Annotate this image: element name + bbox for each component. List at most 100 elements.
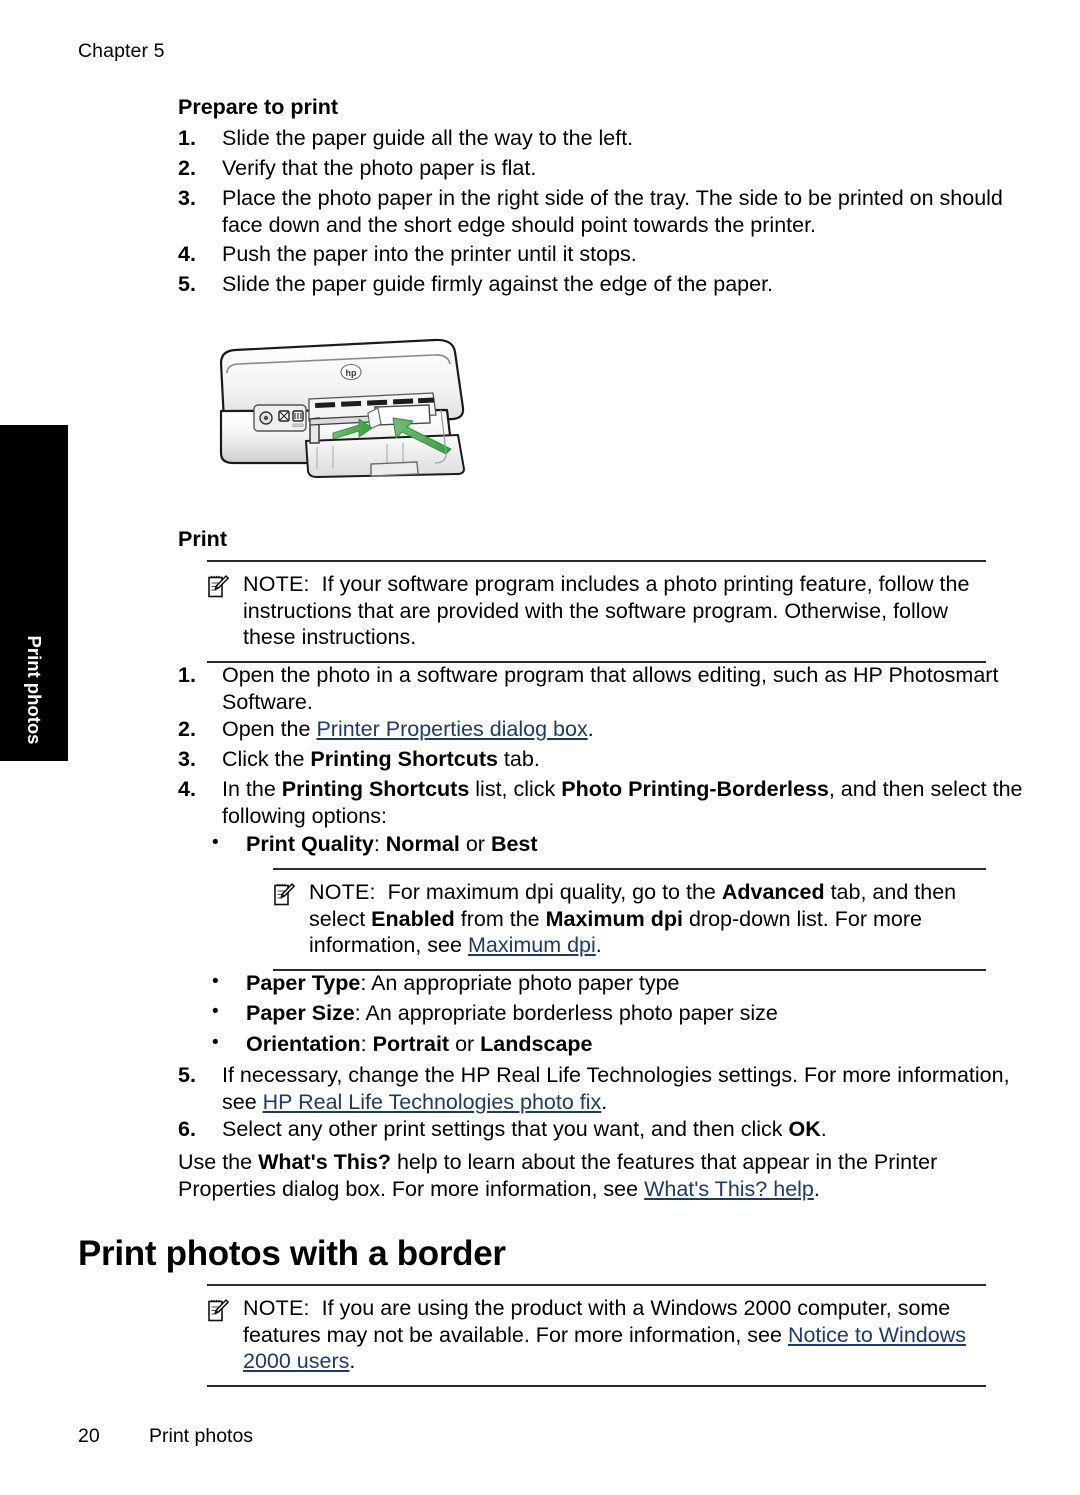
step3-prefix: Click the (222, 747, 311, 771)
note2-b1: Advanced (721, 880, 825, 904)
list-number: 6. (178, 1117, 196, 1141)
list-text: Verify that the photo paper is flat. (222, 156, 537, 180)
bullet-value-1: An appropriate photo paper type (371, 971, 680, 995)
prepare-to-print-heading: Prepare to print (178, 95, 339, 119)
bullet-sep: : (354, 1001, 366, 1025)
bullet-sep: : (360, 1032, 373, 1056)
tray-slot (341, 400, 362, 407)
footer-section-name: Print photos (149, 1425, 254, 1447)
step3-suffix: tab. (497, 747, 540, 771)
list-text: Slide the paper guide all the way to the… (222, 126, 634, 150)
page-footer: 20 Print photos (78, 1425, 253, 1448)
print-heading: Print (178, 527, 227, 551)
bullet-value-1: Portrait (372, 1032, 450, 1056)
bullet-label: Print Quality (246, 832, 374, 856)
list-text: Push the paper into the printer until it… (222, 242, 637, 266)
hp-logo-text: hp (346, 368, 357, 378)
bullet-value-2: Best (490, 832, 538, 856)
bullet-label: Paper Type (246, 971, 361, 995)
side-tab: Print photos (0, 425, 68, 761)
bullet-value-1: An appropriate borderless photo paper si… (365, 1001, 778, 1025)
note2-t1: For maximum dpi quality, go to the (387, 880, 722, 904)
bullet-sep: : (360, 971, 372, 995)
step6-prefix: Select any other print settings that you… (222, 1117, 789, 1141)
bullet-glyph: • (212, 1032, 219, 1053)
bullet-mid: or (449, 1032, 481, 1056)
bullet-text: Orientation: Portrait or Landscape (246, 1031, 976, 1058)
bullet-glyph: • (212, 971, 219, 992)
step4-p1: In the (222, 777, 282, 801)
list-number: 4. (178, 242, 196, 266)
note2-b3: Maximum dpi (545, 906, 683, 931)
side-tab-label: Print photos (24, 635, 45, 745)
power-button-dot (263, 415, 269, 421)
list-text: Place the photo paper in the right side … (222, 186, 1003, 237)
note-label: NOTE: (243, 1296, 310, 1320)
chapter-header: Chapter 5 (78, 40, 165, 62)
list-number: 3. (178, 747, 196, 771)
status-led (292, 423, 304, 427)
link-printer-properties-dialog-box[interactable]: Printer Properties dialog box (316, 717, 587, 741)
tray-extension-handle (370, 461, 419, 477)
page-number: 20 (78, 1425, 100, 1447)
bullet-text: Paper Type: An appropriate photo paper t… (246, 970, 976, 997)
note3-suffix: . (349, 1349, 356, 1373)
list-number: 1. (178, 663, 196, 687)
bullet-glyph: • (212, 832, 219, 853)
tray-slot (393, 398, 414, 405)
note-label: NOTE: (309, 880, 376, 904)
bullet-label: Paper Size (246, 1001, 355, 1025)
bullet-glyph: • (212, 1001, 219, 1022)
list-text: Select any other print settings that you… (222, 1116, 1022, 1143)
step2-prefix: Open the (222, 717, 317, 741)
tray-slot (417, 397, 435, 404)
list-text: Slide the paper guide firmly against the… (222, 272, 774, 296)
list-number: 5. (178, 1063, 196, 1087)
list-text: If necessary, change the HP Real Life Te… (222, 1062, 1032, 1115)
step2-suffix: . (587, 717, 594, 741)
list-number: 5. (178, 272, 196, 296)
note2-t5: . (595, 933, 602, 957)
note-text: NOTE: If you are using the product with … (243, 1295, 986, 1375)
list-text: Open the photo in a software program tha… (222, 663, 999, 714)
step6-suffix: . (820, 1117, 827, 1141)
list-number: 2. (178, 156, 196, 180)
note2-b2: Enabled (371, 906, 455, 931)
bullet-mid: or (459, 832, 491, 856)
closing-p1: Use the (178, 1150, 259, 1174)
note-body: If your software program includes a phot… (243, 572, 970, 649)
notepad-pencil-icon (207, 1298, 229, 1322)
step4-b2: Photo Printing-Borderless (561, 777, 829, 801)
link-maximum-dpi[interactable]: Maximum dpi (468, 933, 596, 957)
step4-b1: Printing Shortcuts (281, 777, 470, 801)
tray-slot (367, 399, 388, 406)
section-heading-print-photos-with-a-border: Print photos with a border (78, 1234, 506, 1273)
bullet-text: Print Quality: Normal or Best (246, 831, 976, 858)
list-number: 4. (178, 777, 196, 801)
note-box-windows-2000: NOTE: If you are using the product with … (207, 1284, 986, 1387)
list-text: Click the Printing Shortcuts tab. (222, 746, 1022, 773)
step6-bold: OK (788, 1117, 821, 1141)
closing-p3: . (813, 1176, 820, 1201)
list-text: In the Printing Shortcuts list, click Ph… (222, 776, 1030, 829)
list-number: 2. (178, 717, 196, 741)
link-hp-real-life-technologies-photo-fix[interactable]: HP Real Life Technologies photo fix (263, 1090, 602, 1114)
whats-this-paragraph: Use the What's This? help to learn about… (178, 1149, 968, 1202)
tray-slot (315, 402, 336, 408)
bullet-value-1: Normal (385, 832, 460, 856)
step5-suffix: . (601, 1089, 608, 1114)
note-text: NOTE: If your software program includes … (243, 571, 986, 651)
printer-illustration: hp (205, 333, 495, 493)
bullet-label: Orientation (246, 1032, 361, 1056)
closing-b1: What's This? (258, 1150, 391, 1174)
step4-p2: list, click (469, 777, 562, 801)
link-whats-this-help[interactable]: What's This? help (644, 1177, 814, 1201)
note-box-software-program: NOTE: If your software program includes … (207, 560, 986, 663)
notepad-pencil-icon (273, 882, 295, 906)
bullet-text: Paper Size: An appropriate borderless ph… (246, 1000, 976, 1027)
note2-t3: from the (454, 906, 546, 931)
side-tab-rotated-wrapper: Print photos (0, 611, 68, 761)
document-page: Chapter 5 Print photos Prepare to print … (0, 0, 1080, 1495)
step3-bold: Printing Shortcuts (310, 747, 498, 771)
note-box-maximum-dpi: NOTE: For maximum dpi quality, go to the… (273, 868, 986, 971)
